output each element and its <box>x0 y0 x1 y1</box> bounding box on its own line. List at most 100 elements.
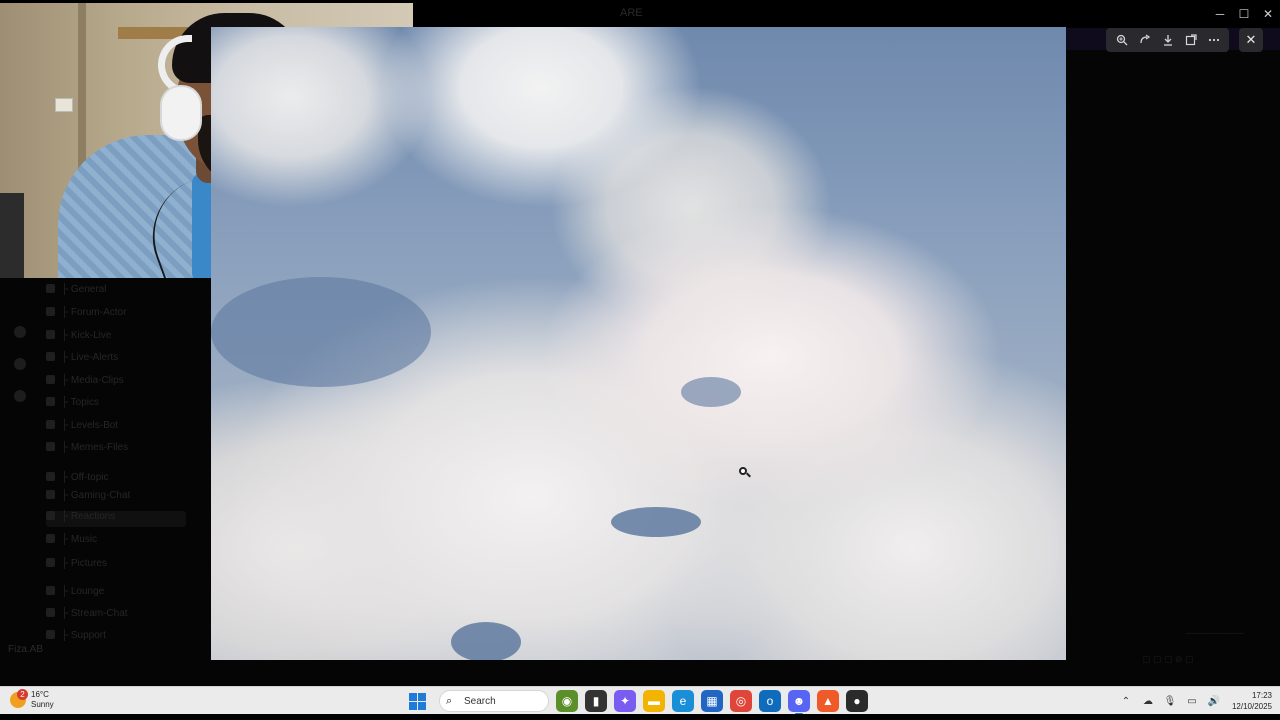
channel-label: ├ Support <box>61 630 106 641</box>
server-icon[interactable] <box>14 390 26 402</box>
headphone-earcup <box>160 85 202 141</box>
channel-icon <box>46 472 55 481</box>
minimize-button[interactable]: ─ <box>1208 0 1232 28</box>
channel-label: ├ Kick-Live <box>61 330 112 341</box>
channel-label: ├ Forum-Actor <box>61 307 127 318</box>
outlook-icon[interactable]: o <box>759 690 781 712</box>
zoom-in-icon[interactable] <box>1113 31 1131 49</box>
weather-temp: 16°C <box>31 690 49 699</box>
channel-label: ├ Lounge <box>61 586 105 597</box>
window-controls: ─ ☐ ✕ <box>1208 0 1280 28</box>
channel-label: ├ Gaming-Chat <box>61 490 131 501</box>
cloud-sync-icon[interactable]: ☁ <box>1140 693 1156 709</box>
taskbar-apps: ⌕ Search ◉ ▮ ✦ ▬ e ▦ ◎ o ☻ ▲ ● <box>405 689 868 715</box>
microphone-icon[interactable]: 🎙 <box>1162 693 1178 709</box>
server-icon[interactable] <box>14 326 26 338</box>
zoom-cursor-icon <box>739 467 751 479</box>
server-icon[interactable] <box>14 358 26 370</box>
channel-icon <box>46 397 55 406</box>
channel-icon <box>46 420 55 429</box>
channel-item[interactable]: ├ Topics <box>46 397 99 408</box>
channel-icon <box>46 442 55 451</box>
channel-label: ├ Levels-Bot <box>61 420 119 431</box>
search-placeholder: Search <box>464 695 496 707</box>
wall-switch <box>55 98 73 112</box>
channel-item-active[interactable]: ├ Reactions <box>46 511 186 527</box>
obs-icon[interactable]: ● <box>846 690 868 712</box>
cursor-handle <box>746 472 751 478</box>
sky-patch <box>681 377 741 407</box>
sky-patch <box>451 622 521 660</box>
network-icon[interactable]: ▭ <box>1184 693 1200 709</box>
chevron-up-icon[interactable]: ⌃ <box>1118 693 1134 709</box>
channel-icon <box>46 352 55 361</box>
channel-icon <box>46 558 55 567</box>
faint-panel-text: ───────── <box>1186 628 1244 638</box>
close-viewer-button[interactable]: ✕ <box>1239 28 1263 52</box>
copilot-icon[interactable]: ✦ <box>614 690 636 712</box>
windows-logo-tile <box>408 701 417 710</box>
sky-patch <box>211 277 431 387</box>
task-view-icon[interactable]: ▮ <box>585 690 607 712</box>
file-explorer-icon[interactable]: ▬ <box>643 690 665 712</box>
open-external-icon[interactable] <box>1182 31 1200 49</box>
channel-icon <box>46 330 55 339</box>
channel-item[interactable]: ├ Forum-Actor <box>46 307 126 318</box>
search-icon: ⌕ <box>446 695 453 707</box>
channel-item[interactable]: ├ Lounge <box>46 586 104 597</box>
image-viewer-toolbar <box>1106 28 1229 52</box>
windows-taskbar: 2 16°C Sunny ⌕ Search ◉ ▮ ✦ ▬ e ▦ ◎ o ☻ … <box>0 686 1280 715</box>
volume-icon[interactable]: 🔊 <box>1206 693 1222 709</box>
channel-icon <box>46 630 55 639</box>
windows-logo-tile <box>417 701 426 710</box>
clock[interactable]: 17:23 12/10/2025 <box>1232 690 1272 712</box>
channel-item[interactable]: ├ Live-Alerts <box>46 352 118 363</box>
channel-item[interactable]: ├ Media-Clips <box>46 375 124 386</box>
more-options-icon[interactable] <box>1205 31 1223 49</box>
discord-icon[interactable]: ☻ <box>788 690 810 715</box>
taskbar-search[interactable]: ⌕ Search <box>439 690 549 712</box>
download-icon[interactable] <box>1159 31 1177 49</box>
windows-logo-tile <box>417 692 426 701</box>
channel-label: ├ Reactions <box>61 511 116 522</box>
channel-item[interactable]: ├ Support <box>46 630 106 641</box>
channel-label: ├ Music <box>61 534 97 545</box>
window-title: ARE <box>620 7 643 19</box>
channel-item[interactable]: ├ General <box>46 284 106 295</box>
maximize-button[interactable]: ☐ <box>1232 0 1256 28</box>
store-icon[interactable]: ▦ <box>701 690 723 712</box>
edge-icon[interactable]: e <box>672 690 694 712</box>
sky-patch <box>611 507 701 537</box>
faint-panel-icons: ▢ ▢ ▢ ⊘ ▢ <box>1142 654 1194 664</box>
user-panel[interactable]: Fiza.AB <box>8 644 43 655</box>
rotate-icon[interactable] <box>1136 31 1154 49</box>
channel-item[interactable]: ├ Stream-Chat <box>46 608 128 619</box>
channel-label: ├ Stream-Chat <box>61 608 128 619</box>
weather-condition: Sunny <box>31 700 54 709</box>
bottom-edge <box>0 714 1280 720</box>
channel-item[interactable]: ├ Pictures <box>46 558 107 569</box>
channel-item[interactable]: ├ Off-topic <box>46 472 108 483</box>
channel-item[interactable]: ├ Levels-Bot <box>46 420 118 431</box>
channel-icon <box>46 284 55 293</box>
channel-item[interactable]: ├ Music <box>46 534 97 545</box>
start-button[interactable] <box>405 689 429 713</box>
channel-icon <box>46 375 55 384</box>
channel-label: ├ Media-Clips <box>61 375 124 386</box>
chrome-icon[interactable]: ◎ <box>730 690 752 712</box>
server-rail <box>0 280 36 680</box>
weather-widget[interactable]: 2 16°C Sunny <box>10 689 54 710</box>
channel-item[interactable]: ├ Kick-Live <box>46 330 111 341</box>
brave-icon[interactable]: ▲ <box>817 690 839 712</box>
channel-icon <box>46 490 55 499</box>
widgets-icon[interactable]: ◉ <box>556 690 578 712</box>
weather-badge: 2 <box>17 689 28 700</box>
windows-logo-tile <box>408 692 417 701</box>
viewed-image-sky-clouds[interactable] <box>211 27 1066 660</box>
close-window-button[interactable]: ✕ <box>1256 0 1280 28</box>
channel-icon <box>46 307 55 316</box>
channel-item[interactable]: ├ Memes-Files <box>46 442 128 453</box>
channel-label: ├ Live-Alerts <box>61 352 119 363</box>
channel-item[interactable]: ├ Gaming-Chat <box>46 490 130 501</box>
weather-text: 16°C Sunny <box>31 690 54 710</box>
